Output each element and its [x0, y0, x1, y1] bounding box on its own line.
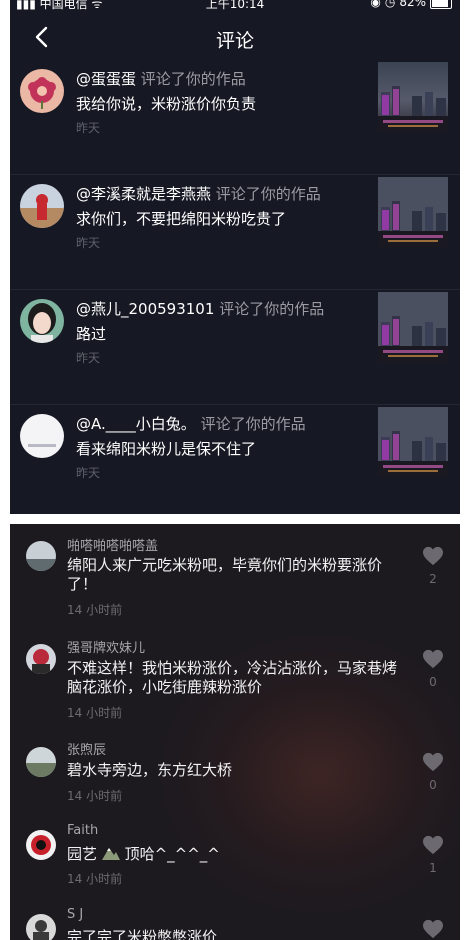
comment-text: 碧水寺旁边，东方红大桥: [67, 761, 233, 779]
comment-username[interactable]: 张煦辰: [67, 739, 106, 758]
comment-username[interactable]: Faith: [67, 823, 98, 838]
notification-item[interactable]: @A.____小白兔。 评论了你的作品 看来绵阳米粉儿是保不住了 昨天: [10, 405, 460, 514]
comment-text: 看来绵阳米粉儿是保不住了: [76, 440, 257, 458]
comment-username[interactable]: 强哥牌欢妹儿: [67, 637, 145, 656]
comment-time: 14 小时前: [67, 706, 123, 720]
like-count: 0: [429, 675, 437, 689]
like-count: 1: [429, 861, 437, 875]
notification-item[interactable]: @李溪柔就是李燕燕 评论了你的作品 求你们，不要把绵阳米粉吃贵了 昨天: [10, 175, 460, 290]
notification-header: @李溪柔就是李燕燕 评论了你的作品: [76, 183, 321, 204]
notification-header: @A.____小白兔。 评论了你的作品: [76, 413, 306, 434]
comment-text: 绵阳人来广元吃米粉吧，毕竟你们的米粉要涨价了！: [67, 556, 383, 593]
comment-text: 我给你说，米粉涨价你负责: [76, 95, 257, 113]
action-text: 评论了你的作品: [140, 70, 246, 88]
avatar[interactable]: [20, 299, 64, 343]
comment-time: 14 小时前: [67, 789, 123, 803]
like-count: 0: [429, 778, 437, 792]
battery-icon: [430, 0, 452, 9]
timestamp: 昨天: [76, 466, 101, 480]
timestamp: 昨天: [76, 121, 101, 135]
username[interactable]: @A.____小白兔。: [76, 415, 196, 433]
video-thumbnail[interactable]: [378, 407, 448, 477]
action-text: 评论了你的作品: [215, 185, 321, 203]
heart-icon[interactable]: [422, 546, 444, 566]
video-thumbnail[interactable]: [378, 292, 448, 362]
nav-bar: 评论: [10, 14, 460, 60]
status-bar: ▮▮▮ 中国电信 ᯤ 上午10:14 ◉ ◷ 82%: [10, 0, 460, 14]
avatar[interactable]: [20, 414, 64, 458]
status-right: ◉ ◷ 82%: [370, 0, 452, 9]
comment-text-part: 顶哈^_^^_^: [124, 845, 220, 863]
like-count: 2: [429, 572, 437, 586]
video-thumbnail[interactable]: [378, 62, 448, 132]
notification-header: @燕儿_200593101 评论了你的作品: [76, 298, 324, 319]
timestamp: 昨天: [76, 236, 101, 250]
username[interactable]: @蛋蛋蛋: [76, 70, 136, 88]
alarm-icon: ◷: [384, 0, 396, 9]
comment-text-part: 园艺: [67, 845, 98, 863]
avatar[interactable]: [20, 69, 64, 113]
timestamp: 昨天: [76, 351, 101, 365]
avatar[interactable]: [26, 541, 56, 571]
comment-time: 14 小时前: [67, 872, 123, 886]
avatar[interactable]: [26, 747, 56, 777]
heart-icon[interactable]: [422, 649, 444, 669]
avatar[interactable]: [26, 644, 56, 674]
comment-text: 路过: [76, 325, 107, 343]
notification-item[interactable]: @燕儿_200593101 评论了你的作品 路过 昨天: [10, 290, 460, 405]
comment-username[interactable]: 啪嗒啪嗒啪嗒盖: [67, 535, 158, 554]
heart-icon[interactable]: [422, 835, 444, 855]
comment-text: 园艺 顶哈^_^^_^: [67, 845, 405, 864]
comment-time: 14 小时前: [67, 603, 123, 617]
mountain-emoji-icon: [101, 848, 120, 860]
heart-icon[interactable]: [422, 752, 444, 772]
comment-text: 求你们，不要把绵阳米粉吃贵了: [76, 210, 287, 228]
username[interactable]: @燕儿_200593101: [76, 300, 214, 318]
battery-percent: 82%: [399, 0, 426, 9]
action-text: 评论了你的作品: [219, 300, 325, 318]
page-title: 评论: [215, 30, 254, 52]
avatar[interactable]: [20, 184, 64, 228]
notification-item[interactable]: @蛋蛋蛋 评论了你的作品 我给你说，米粉涨价你负责 昨天: [10, 60, 460, 175]
notifications-panel: ▮▮▮ 中国电信 ᯤ 上午10:14 ◉ ◷ 82% 评论 @蛋蛋蛋 评论了你的…: [10, 0, 460, 514]
notification-header: @蛋蛋蛋 评论了你的作品: [76, 68, 246, 89]
comment-text: 完了完了米粉憋憋涨价: [67, 928, 218, 940]
comment-username[interactable]: S J: [67, 907, 83, 922]
avatar[interactable]: [26, 914, 56, 940]
comments-panel: 啪嗒啪嗒啪嗒盖 绵阳人来广元吃米粉吧，毕竟你们的米粉要涨价了！ 14 小时前 2…: [10, 524, 460, 940]
avatar[interactable]: [26, 830, 56, 860]
video-thumbnail[interactable]: [378, 177, 448, 247]
action-text: 评论了你的作品: [200, 415, 306, 433]
heart-icon[interactable]: [422, 919, 444, 939]
comment-text: 不难这样！我怕米粉涨价，冷沾沾涨价，马家巷烤脑花涨价，小吃街鹿辣粉涨价: [67, 659, 398, 696]
lock-rotation-icon: ◉: [370, 0, 381, 9]
username[interactable]: @李溪柔就是李燕燕: [76, 185, 211, 203]
